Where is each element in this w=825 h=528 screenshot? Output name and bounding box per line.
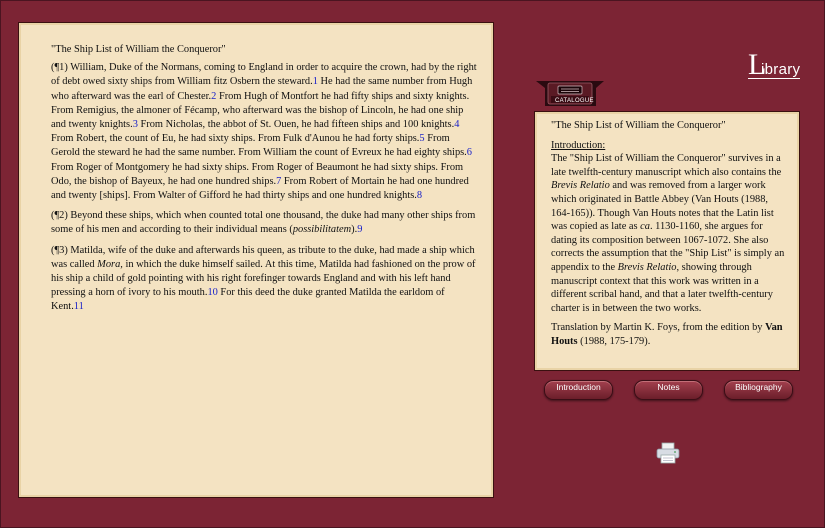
intro-body: The "Ship List of William the Conqueror"…	[551, 152, 787, 315]
text-title: "The Ship List of William the Conqueror"	[51, 44, 226, 55]
paragraph-2: (¶2) Beyond these ships, which when coun…	[51, 209, 477, 237]
p2-latin-term: possibilitatem	[292, 224, 352, 236]
intro-heading: Introduction:	[551, 139, 606, 151]
footnote-link-10[interactable]: 10	[207, 287, 217, 298]
introduction-panel: "The Ship List of William the Conqueror"…	[534, 111, 800, 371]
intro-brevis-relatio-2: Brevis Relatio	[617, 261, 677, 273]
p1-text-4: From Nicholas, the abbot of St. Ouen, he…	[137, 119, 455, 131]
p2-text-1: (¶2) Beyond these ships, which when coun…	[51, 210, 476, 236]
catalogue-button[interactable]: CATALOGUE	[536, 80, 604, 106]
footnote-link-9[interactable]: 9	[357, 224, 362, 235]
intro-title: "The Ship List of William the Conqueror"	[551, 120, 726, 131]
footnote-link-8[interactable]: 8	[417, 190, 422, 201]
catalogue-label: CATALOGUE	[555, 98, 594, 104]
p3-ship-name: Mora,	[97, 258, 123, 270]
notes-button[interactable]: Notes	[634, 380, 703, 400]
introduction-button-label: Introduction	[556, 382, 601, 392]
translation-credit: Translation by Martin K. Foys, from the …	[551, 321, 787, 348]
footnote-link-11[interactable]: 11	[74, 301, 84, 312]
paragraph-1: (¶1) William, Duke of the Normans, comin…	[51, 61, 477, 203]
footnote-link-6[interactable]: 6	[467, 147, 472, 158]
credit-citation: (1988, 175-179).	[577, 335, 651, 347]
main-text-panel: "The Ship List of William the Conqueror"…	[18, 22, 494, 498]
footnote-link-4[interactable]: 4	[454, 119, 459, 130]
library-logo[interactable]: L ibrary	[742, 50, 802, 80]
paragraph-3: (¶3) Matilda, wife of the duke and after…	[51, 244, 477, 315]
intro-brevis-relatio-1: Brevis Relatio	[551, 180, 610, 192]
credit-text: Translation by Martin K. Foys, from the …	[551, 322, 766, 334]
intro-text-1: The "Ship List of William the Conqueror"…	[551, 153, 782, 178]
bibliography-button[interactable]: Bibliography	[724, 380, 793, 400]
intro-circa: ca	[640, 221, 650, 233]
printer-icon	[656, 442, 680, 464]
library-logo-text: ibrary	[761, 61, 801, 78]
introduction-button[interactable]: Introduction	[544, 380, 613, 400]
print-button[interactable]	[655, 442, 681, 464]
bibliography-button-label: Bibliography	[735, 382, 782, 392]
notes-button-label: Notes	[657, 382, 680, 392]
p1-text-5: From Robert, the count of Eu, he had six…	[51, 133, 420, 145]
library-logo-underline	[748, 78, 800, 79]
